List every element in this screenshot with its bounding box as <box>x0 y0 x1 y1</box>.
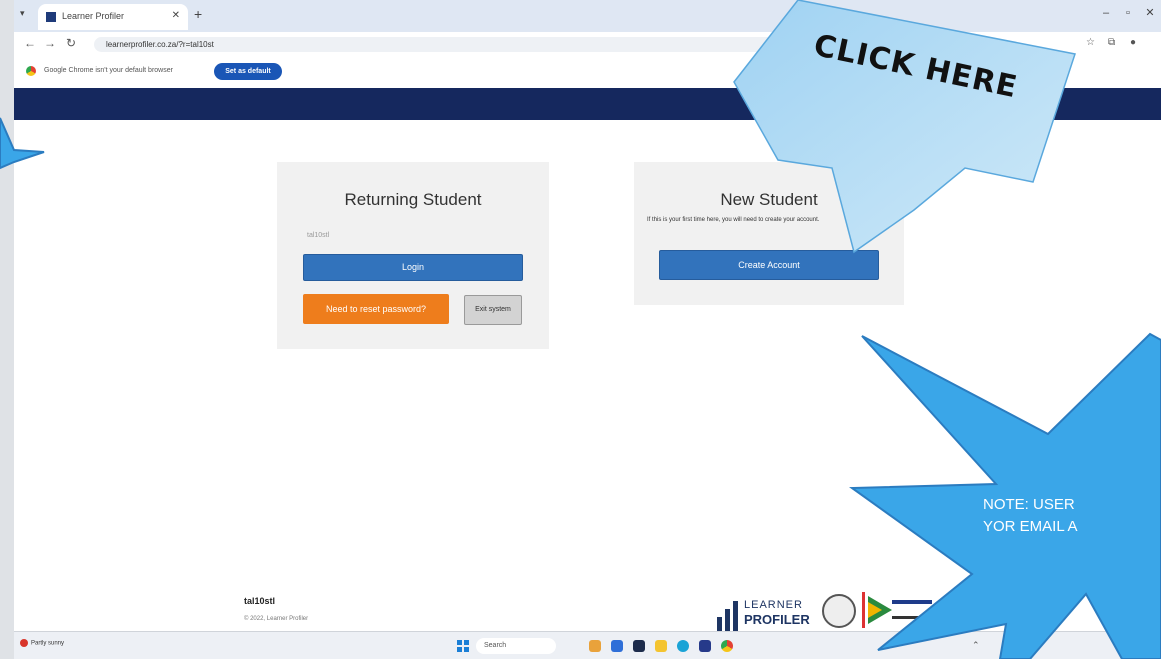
star-icon[interactable]: ☆ <box>1086 37 1095 48</box>
extensions-icon[interactable]: ⧉ <box>1108 37 1115 48</box>
coat-of-arms-icon <box>822 594 856 628</box>
returning-student-card: Returning Student tal10stl Login Need to… <box>277 162 549 349</box>
url-field[interactable]: learnerprofiler.co.za/?r=tal10st <box>94 37 874 52</box>
minimize-icon[interactable]: – <box>1095 7 1117 19</box>
window-controls: – ▫ ✕ <box>1095 6 1161 19</box>
reload-icon[interactable]: ↻ <box>66 36 76 50</box>
chrome-taskbar-icon[interactable] <box>721 640 733 652</box>
new-student-description: If this is your first time here, you wil… <box>647 217 820 223</box>
learner-profiler-logo: LEARNER PROFILER <box>717 597 837 633</box>
tab-strip: ▾ Learner Profiler ✕ + – ▫ ✕ <box>14 0 1161 32</box>
create-account-button[interactable]: Create Account <box>659 250 879 280</box>
chrome-icon <box>26 66 36 76</box>
site-favicon <box>46 12 56 22</box>
maximize-icon[interactable]: ▫ <box>1117 7 1139 19</box>
address-bar-row: ← → ↻ learnerprofiler.co.za/?r=tal10st ☆… <box>14 32 1161 56</box>
tab-search-icon[interactable]: ▾ <box>20 8 25 19</box>
new-student-title: New Student <box>720 190 818 209</box>
department-logo-icon <box>862 592 932 628</box>
new-tab-button[interactable]: + <box>194 6 202 22</box>
app-icon[interactable] <box>699 640 711 652</box>
windows-start-icon[interactable] <box>457 640 469 652</box>
close-tab-icon[interactable]: ✕ <box>172 10 180 21</box>
new-student-card: New Student If this is your first time h… <box>634 162 904 305</box>
profile-icon[interactable]: ● <box>1130 37 1136 48</box>
logo-bars-icon <box>717 599 739 631</box>
taskbar-search[interactable]: Search <box>476 638 556 654</box>
back-icon[interactable]: ← <box>24 36 36 50</box>
weather-widget[interactable]: Partly sunny <box>20 639 64 647</box>
task-view-icon[interactable] <box>611 640 623 652</box>
close-window-icon[interactable]: ✕ <box>1139 6 1161 19</box>
widgets-icon[interactable] <box>589 640 601 652</box>
tray-chevron-icon[interactable]: ⌃ <box>972 640 980 651</box>
reset-password-button[interactable]: Need to reset password? <box>303 294 449 324</box>
infobar-message: Google Chrome isn't your default browser <box>44 67 173 74</box>
file-explorer-icon[interactable] <box>655 640 667 652</box>
forward-icon[interactable]: → <box>44 36 56 50</box>
tab-learner-profiler[interactable]: Learner Profiler ✕ <box>38 4 188 30</box>
set-default-button[interactable]: Set as default <box>214 63 282 80</box>
username-field[interactable]: tal10stl <box>307 232 329 239</box>
edge-icon[interactable] <box>677 640 689 652</box>
returning-student-title: Returning Student <box>344 190 482 209</box>
footer-username: tal10stl <box>244 596 276 606</box>
store-icon[interactable] <box>633 640 645 652</box>
exit-system-button[interactable]: Exit system <box>464 295 522 325</box>
tab-title: Learner Profiler <box>62 11 125 21</box>
footer-copyright: © 2022, Learner Profiler <box>244 616 309 622</box>
windows-taskbar: Partly sunny Search ⌃ <box>14 631 1161 659</box>
login-button[interactable]: Login <box>303 254 523 281</box>
note-callout-text: NOTE: USER YOR EMAIL A <box>983 496 1078 535</box>
